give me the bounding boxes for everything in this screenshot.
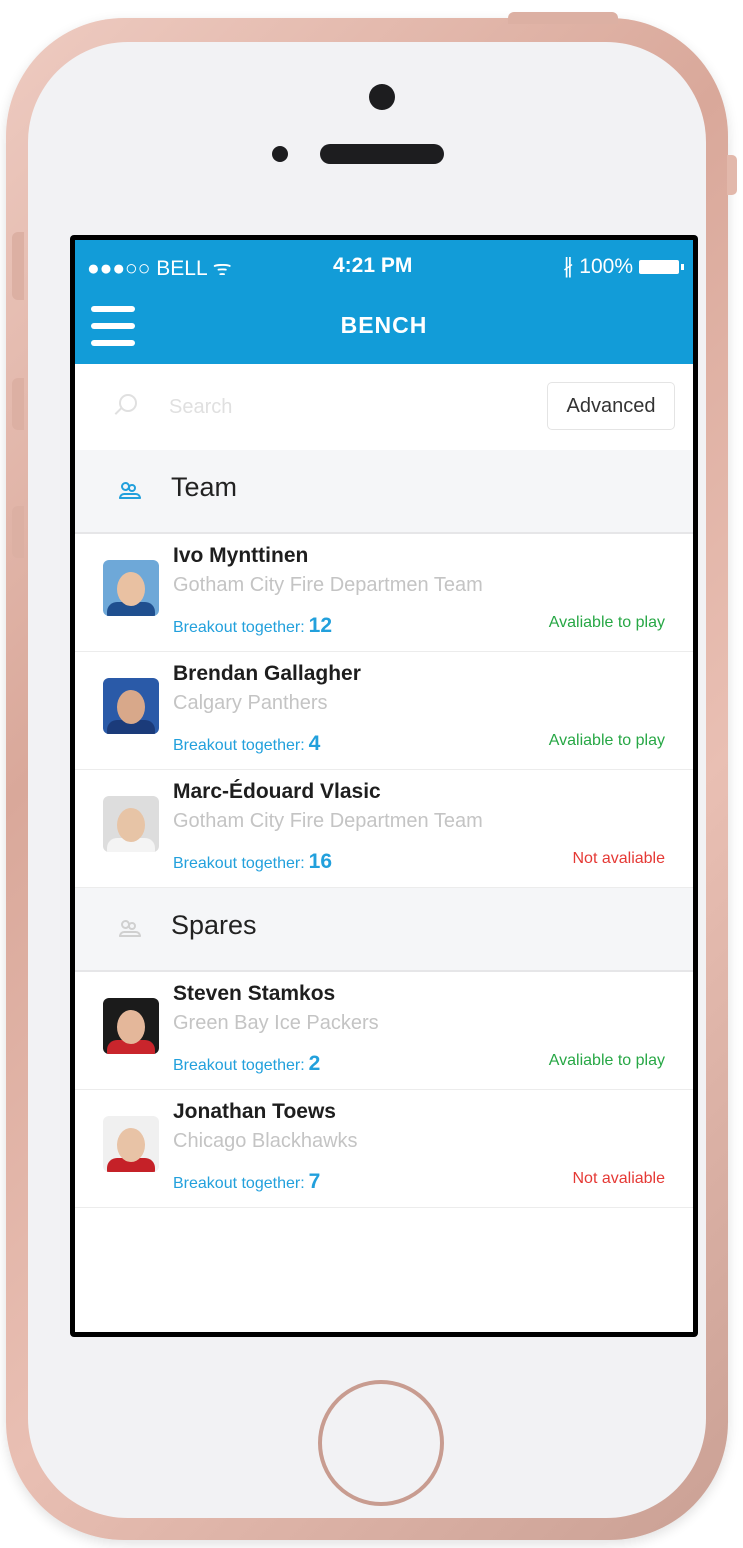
breakout-together: Breakout together: 2 [173, 1052, 320, 1076]
avatar [103, 678, 159, 734]
player-team: Calgary Panthers [173, 692, 328, 714]
player-row[interactable]: Marc-Édouard Vlasic Gotham City Fire Depa… [75, 770, 693, 888]
section-header: Spares [75, 888, 693, 972]
player-row[interactable]: Ivo Mynttinen Gotham City Fire Departmen … [75, 534, 693, 652]
player-name: Jonathan Toews [173, 1100, 336, 1123]
advanced-button[interactable]: Advanced [547, 382, 675, 430]
status-time: 4:21 PM [333, 254, 413, 277]
app-header: ●●●○○ BELL ᯤ 4:21 PM ∦ 100% BENCH [75, 240, 693, 364]
availability-status: Avaliable to play [548, 614, 665, 631]
avatar [103, 796, 159, 852]
availability-status: Not avaliable [572, 1170, 666, 1187]
home-button[interactable] [318, 1380, 444, 1506]
breakout-together: Breakout together: 7 [173, 1170, 320, 1194]
breakout-together: Breakout together: 16 [173, 850, 332, 874]
battery-label: ∦ 100% [562, 255, 633, 278]
battery-status: ∦ 100% [562, 254, 684, 279]
breakout-together: Breakout together: 4 [173, 732, 320, 756]
avatar [103, 998, 159, 1054]
earpiece-speaker [320, 144, 444, 164]
breakout-label: Breakout together: [173, 619, 305, 636]
volume-down-button [12, 506, 24, 558]
volume-up-button [12, 378, 24, 430]
breakout-count: 7 [308, 1170, 321, 1193]
availability-status: Avaliable to play [548, 732, 665, 749]
mute-switch [12, 232, 24, 300]
people-icon [119, 482, 141, 499]
availability-status: Avaliable to play [548, 1052, 665, 1069]
player-name: Marc-Édouard Vlasic [173, 780, 381, 803]
app-display: ●●●○○ BELL ᯤ 4:21 PM ∦ 100% BENCH Advanc… [75, 240, 693, 1332]
breakout-label: Breakout together: [173, 737, 305, 754]
search-bar: Advanced [75, 364, 693, 450]
avatar [103, 560, 159, 616]
player-name: Ivo Mynttinen [173, 544, 309, 567]
front-camera [369, 84, 395, 110]
breakout-together: Breakout together: 12 [173, 614, 332, 638]
power-button [508, 12, 618, 24]
carrier-signal: ●●●○○ BELL ᯤ [87, 257, 232, 280]
player-row[interactable]: Jonathan Toews Chicago Blackhawks Breakout… [75, 1090, 693, 1208]
screen: ●●●○○ BELL ᯤ 4:21 PM ∦ 100% BENCH Advanc… [70, 235, 698, 1337]
availability-status: Not avaliable [572, 850, 666, 867]
player-team: Gotham City Fire Departmen Team [173, 810, 483, 832]
breakout-count: 2 [308, 1052, 321, 1075]
player-team: Gotham City Fire Departmen Team [173, 574, 483, 596]
breakout-label: Breakout together: [173, 1057, 305, 1074]
section-label: Spares [171, 910, 257, 940]
player-row[interactable]: Brendan Gallagher Calgary Panthers Breakou… [75, 652, 693, 770]
player-team: Chicago Blackhawks [173, 1130, 358, 1152]
section-label: Team [171, 472, 238, 502]
search-icon [119, 394, 137, 412]
search-input[interactable] [167, 386, 531, 428]
breakout-count: 4 [308, 732, 321, 755]
side-edge [727, 155, 737, 195]
player-name: Steven Stamkos [173, 982, 336, 1005]
breakout-count: 12 [308, 614, 332, 637]
player-name: Brendan Gallagher [173, 662, 361, 685]
breakout-count: 16 [308, 850, 332, 873]
breakout-label: Breakout together: [173, 855, 305, 872]
avatar [103, 1116, 159, 1172]
status-bar: ●●●○○ BELL ᯤ 4:21 PM ∦ 100% [75, 250, 693, 282]
people-icon [119, 920, 141, 937]
battery-icon [639, 260, 684, 275]
player-team: Green Bay Ice Packers [173, 1012, 379, 1034]
section-header: Team [75, 450, 693, 534]
breakout-label: Breakout together: [173, 1175, 305, 1192]
proximity-sensor [272, 146, 288, 162]
player-row[interactable]: Steven Stamkos Green Bay Ice Packers Break… [75, 972, 693, 1090]
page-title: BENCH [340, 312, 428, 338]
